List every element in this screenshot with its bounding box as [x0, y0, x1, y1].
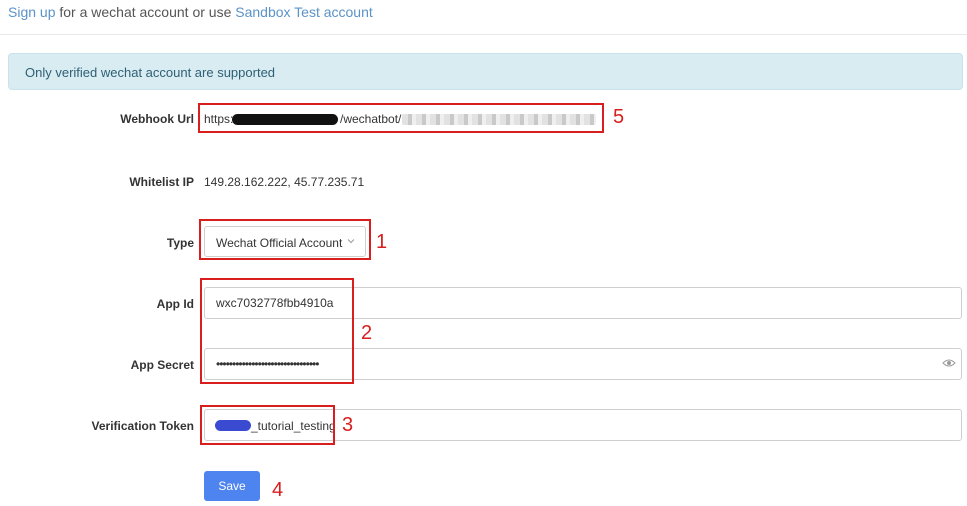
whitelist-ip-label: Whitelist IP [129, 175, 194, 189]
type-select-value: Wechat Official Account [216, 236, 343, 250]
verification-token-suffix: _tutorial_testing [251, 419, 336, 433]
verification-token-input[interactable]: _tutorial_testing [204, 409, 962, 441]
info-alert: Only verified wechat account are support… [8, 53, 963, 90]
webhook-url-label: Webhook Url [120, 112, 194, 126]
type-select[interactable]: Wechat Official Account [204, 226, 366, 257]
signup-prompt: Sign up for a wechat account or use Sand… [8, 4, 373, 20]
save-button[interactable]: Save [204, 471, 260, 501]
signup-link[interactable]: Sign up [8, 4, 55, 20]
sandbox-test-account-link[interactable]: Sandbox Test account [235, 4, 373, 20]
webhook-url-path: /wechatbot/ [340, 112, 402, 126]
eye-icon[interactable] [942, 358, 956, 368]
whitelist-ip-value: 149.28.162.222, 45.77.235.71 [204, 175, 365, 189]
webhook-url-redacted-id [402, 114, 596, 125]
chevron-down-icon [347, 239, 355, 244]
app-id-input[interactable] [204, 287, 962, 319]
webhook-url-redacted-host [232, 114, 338, 125]
app-secret-input[interactable] [204, 348, 962, 380]
annotation-number-2: 2 [361, 322, 373, 344]
top-bar: Sign up for a wechat account or use Sand… [0, 0, 967, 35]
app-secret-label: App Secret [130, 358, 194, 372]
verification-token-redacted-prefix [215, 420, 251, 431]
annotation-number-1: 1 [376, 231, 388, 253]
verification-token-label: Verification Token [91, 419, 194, 433]
annotation-number-5: 5 [613, 106, 625, 128]
type-label: Type [166, 236, 194, 250]
annotation-number-4: 4 [272, 479, 284, 501]
annotation-number-3: 3 [342, 414, 354, 436]
signup-prompt-text: for a wechat account or use [55, 4, 236, 20]
info-alert-text: Only verified wechat account are support… [25, 65, 276, 80]
webhook-url-prefix: https: [204, 112, 234, 126]
app-id-label: App Id [156, 297, 194, 311]
